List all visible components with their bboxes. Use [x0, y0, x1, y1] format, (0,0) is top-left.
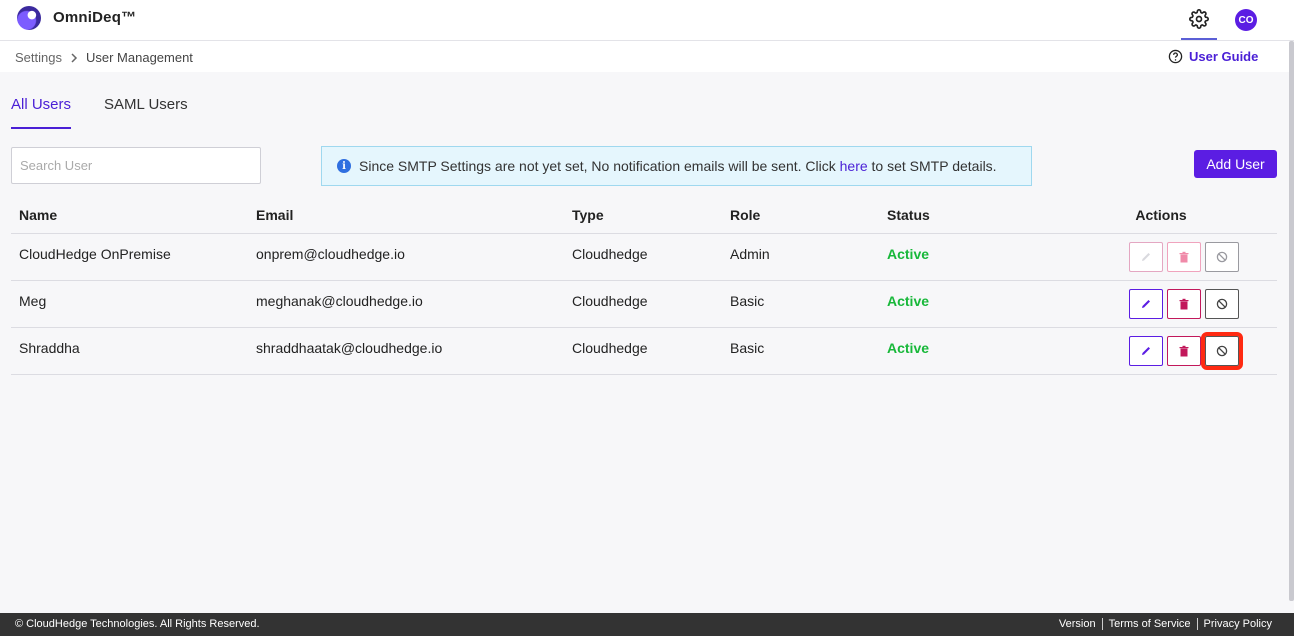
footer-privacy-link[interactable]: Privacy Policy	[1196, 618, 1278, 630]
column-header-role: Role	[730, 207, 761, 223]
chevron-right-icon	[71, 52, 78, 63]
user-tabs: All Users SAML Users	[11, 96, 188, 129]
trash-icon	[1179, 298, 1189, 310]
pencil-icon	[1142, 253, 1150, 261]
user-role: Admin	[730, 246, 770, 262]
pencil-icon	[1142, 300, 1150, 308]
user-avatar[interactable]: CO	[1235, 9, 1257, 31]
edit-user-button[interactable]	[1129, 289, 1163, 319]
users-table: Name Email Type Role Status Actions Clou…	[11, 197, 1277, 375]
user-role: Basic	[730, 293, 765, 309]
edit-user-button[interactable]	[1129, 336, 1163, 366]
column-header-name: Name	[19, 207, 58, 223]
user-guide-label: User Guide	[1189, 49, 1259, 64]
user-status: Active	[887, 293, 930, 309]
user-type: Cloudhedge	[572, 340, 648, 356]
breadcrumb-bar: Settings User Management User Guide	[0, 41, 1294, 72]
breadcrumb-settings-link[interactable]: Settings	[15, 50, 62, 65]
user-type: Cloudhedge	[572, 293, 648, 309]
edit-user-button	[1129, 242, 1163, 272]
table-row: Shraddha shraddhaatak@cloudhedge.io Clou…	[11, 328, 1277, 375]
breadcrumb-current: User Management	[85, 50, 193, 65]
row-actions	[1045, 281, 1277, 327]
user-email: onprem@cloudhedge.io	[256, 246, 405, 262]
column-header-actions: Actions	[1135, 207, 1187, 223]
search-user-input[interactable]	[11, 147, 261, 184]
help-circle-icon	[1168, 49, 1183, 64]
user-name: CloudHedge OnPremise	[19, 246, 171, 262]
column-header-type: Type	[572, 207, 604, 223]
info-icon: i	[337, 159, 351, 173]
omnideq-logo-icon[interactable]	[17, 6, 41, 30]
user-email: shraddhaatak@cloudhedge.io	[256, 340, 443, 356]
trash-icon	[1179, 345, 1189, 357]
block-user-button[interactable]	[1201, 332, 1243, 370]
user-name: Meg	[19, 293, 47, 309]
row-actions	[1045, 328, 1277, 374]
table-row: Meg meghanak@cloudhedge.io Cloudhedge Ba…	[11, 281, 1277, 328]
add-user-button[interactable]: Add User	[1194, 150, 1277, 178]
block-icon	[1216, 251, 1228, 263]
column-header-status: Status	[887, 207, 930, 223]
smtp-notice-text: Since SMTP Settings are not yet set, No …	[359, 158, 997, 174]
gear-icon	[1189, 9, 1209, 29]
top-bar: OmniDeq™ CO	[0, 0, 1294, 41]
block-icon	[1216, 345, 1228, 357]
table-header: Name Email Type Role Status Actions	[11, 197, 1277, 234]
user-name: Shraddha	[19, 340, 80, 356]
row-actions	[1045, 234, 1277, 280]
copyright-text: © CloudHedge Technologies. All Rights Re…	[15, 618, 260, 630]
trash-icon	[1179, 251, 1189, 263]
user-guide-link[interactable]: User Guide	[1168, 49, 1258, 64]
user-status: Active	[887, 340, 930, 356]
block-icon	[1216, 298, 1228, 310]
user-status: Active	[887, 246, 930, 262]
table-row: CloudHedge OnPremise onprem@cloudhedge.i…	[11, 234, 1277, 281]
pencil-icon	[1142, 347, 1150, 355]
settings-button[interactable]	[1181, 0, 1217, 40]
user-type: Cloudhedge	[572, 246, 648, 262]
smtp-settings-link[interactable]: here	[840, 158, 868, 174]
app-title[interactable]: OmniDeq™	[53, 9, 136, 26]
smtp-info-banner: i Since SMTP Settings are not yet set, N…	[321, 146, 1032, 186]
delete-user-button[interactable]	[1167, 289, 1201, 319]
user-email: meghanak@cloudhedge.io	[256, 293, 423, 309]
delete-user-button	[1167, 242, 1201, 272]
user-role: Basic	[730, 340, 765, 356]
tab-saml-users[interactable]: SAML Users	[104, 96, 188, 129]
tab-all-users[interactable]: All Users	[11, 96, 72, 129]
delete-user-button[interactable]	[1167, 336, 1201, 366]
block-user-button[interactable]	[1205, 289, 1239, 319]
footer: © CloudHedge Technologies. All Rights Re…	[0, 613, 1294, 636]
column-header-email: Email	[256, 207, 294, 223]
footer-terms-link[interactable]: Terms of Service	[1101, 618, 1197, 630]
footer-version-link[interactable]: Version	[1053, 618, 1102, 630]
breadcrumb: Settings User Management	[15, 50, 193, 65]
block-user-button	[1205, 242, 1239, 272]
page-scrollbar[interactable]	[1289, 41, 1294, 601]
footer-links: Version Terms of Service Privacy Policy	[1053, 618, 1278, 630]
